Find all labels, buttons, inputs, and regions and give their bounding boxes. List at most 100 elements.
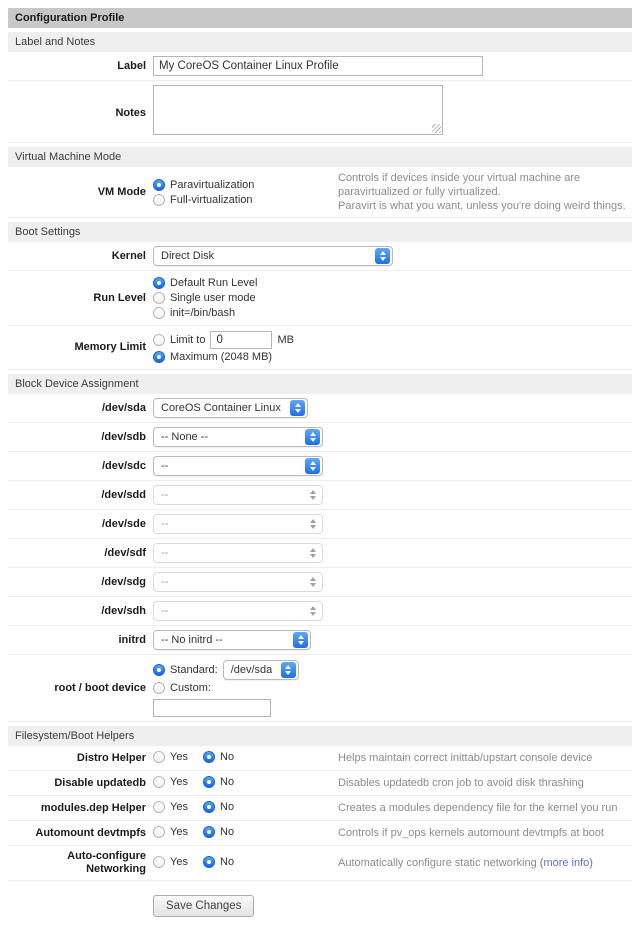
radio-label: Yes — [170, 825, 188, 839]
kernel-select[interactable]: Direct Disk — [153, 246, 393, 266]
save-changes-button[interactable]: Save Changes — [153, 895, 254, 917]
select-value: -- — [161, 489, 168, 501]
notes-field-label: Notes — [8, 104, 146, 120]
dev-sde-row: /dev/sde -- — [8, 510, 632, 539]
label-input[interactable] — [153, 56, 483, 76]
radio-automount-devtmpfs-yes[interactable]: Yes — [153, 825, 188, 839]
radio-modules-dep-yes[interactable]: Yes — [153, 800, 188, 814]
kernel-label: Kernel — [8, 250, 146, 263]
radio-single-user-mode[interactable]: Single user mode — [153, 291, 257, 305]
radio-label: Limit to — [170, 333, 205, 347]
distro-helper-label: Distro Helper — [8, 752, 146, 765]
select-stepper-icon — [290, 400, 305, 416]
kernel-row: Kernel Direct Disk — [8, 242, 632, 271]
radio-default-run-level[interactable]: Default Run Level — [153, 276, 257, 290]
radio-custom-root[interactable]: Custom: — [153, 681, 299, 695]
select-stepper-icon — [305, 545, 320, 561]
radio-label: Full-virtualization — [170, 193, 253, 207]
radio-label: Yes — [170, 750, 188, 764]
select-value: CoreOS Container Linux Disk — [161, 402, 284, 414]
radio-modules-dep-no[interactable]: No — [203, 800, 234, 814]
dev-sdb-row: /dev/sdb -- None -- — [8, 423, 632, 452]
dev-sdf-select: -- — [153, 543, 323, 563]
select-stepper-icon — [305, 458, 320, 474]
auto-configure-networking-row: Auto-configure Networking Yes No Automat… — [8, 846, 632, 881]
radio-label: No — [220, 800, 234, 814]
select-value: -- — [161, 460, 168, 472]
disable-updatedb-label: Disable updatedb — [8, 777, 146, 790]
distro-helper-row: Distro Helper Yes No Helps maintain corr… — [8, 746, 632, 771]
radio-auto-networking-no[interactable]: No — [203, 855, 234, 869]
dev-sda-select[interactable]: CoreOS Container Linux Disk — [153, 398, 308, 418]
dev-sdg-select: -- — [153, 572, 323, 592]
vm-mode-help: Controls if devices inside your virtual … — [338, 171, 632, 213]
radio-label: Yes — [170, 775, 188, 789]
select-stepper-icon — [293, 632, 308, 648]
radio-full-virtualization[interactable]: Full-virtualization — [153, 193, 338, 207]
dev-sda-row: /dev/sda CoreOS Container Linux Disk — [8, 394, 632, 423]
section-header-filesystem-boot-helpers: Filesystem/Boot Helpers — [8, 726, 632, 746]
select-value: -- — [161, 547, 168, 559]
dev-sdd-label: /dev/sdd — [8, 489, 146, 502]
auto-configure-networking-label: Auto-configure Networking — [8, 850, 146, 876]
section-header-label-and-notes: Label and Notes — [8, 32, 632, 52]
radio-off-icon — [153, 751, 165, 763]
dev-sdb-select[interactable]: -- None -- — [153, 427, 323, 447]
radio-distro-helper-no[interactable]: No — [203, 750, 234, 764]
initrd-select[interactable]: -- No initrd -- — [153, 630, 311, 650]
radio-init-bin-bash[interactable]: init=/bin/bash — [153, 306, 257, 320]
more-info-link[interactable]: (more info) — [540, 857, 593, 869]
helper-help: Controls if pv_ops kernels automount dev… — [338, 826, 632, 840]
automount-devtmpfs-label: Automount devtmpfs — [8, 827, 146, 840]
section-header-block-device-assignment: Block Device Assignment — [8, 374, 632, 394]
radio-distro-helper-yes[interactable]: Yes — [153, 750, 188, 764]
radio-label: Paravirtualization — [170, 178, 254, 192]
dev-sdg-row: /dev/sdg -- — [8, 568, 632, 597]
initrd-label: initrd — [8, 634, 146, 647]
help-line: Controls if devices inside your virtual … — [338, 171, 628, 199]
radio-off-icon — [153, 682, 165, 694]
radio-maximum-memory[interactable]: Maximum (2048 MB) — [153, 350, 294, 364]
helper-help: Creates a modules dependency file for th… — [338, 801, 632, 815]
radio-automount-devtmpfs-no[interactable]: No — [203, 825, 234, 839]
radio-auto-networking-yes[interactable]: Yes — [153, 855, 188, 869]
dev-sdd-select: -- — [153, 485, 323, 505]
dev-sde-select: -- — [153, 514, 323, 534]
radio-off-icon — [153, 334, 165, 346]
radio-on-icon — [153, 179, 165, 191]
label-field-label: Label — [8, 60, 146, 73]
notes-textarea[interactable] — [153, 85, 443, 135]
radio-label: No — [220, 825, 234, 839]
radio-paravirtualization[interactable]: Paravirtualization — [153, 178, 338, 192]
helper-help: Helps maintain correct inittab/upstart c… — [338, 751, 632, 765]
resize-grip-icon[interactable] — [432, 124, 441, 133]
select-stepper-icon — [375, 248, 390, 264]
helper-help: Automatically configure static networkin… — [338, 856, 632, 870]
help-line: Paravirt is what you want, unless you're… — [338, 199, 628, 213]
memory-limit-unit: MB — [277, 334, 294, 346]
select-value: -- None -- — [161, 431, 208, 443]
root-device-select[interactable]: /dev/sda — [223, 660, 299, 680]
memory-limit-row: Memory Limit Limit to MB Maximum (2048 M… — [8, 326, 632, 370]
notes-row: Notes — [8, 81, 632, 143]
radio-limit-to[interactable]: Limit to — [153, 333, 205, 347]
dev-sdh-label: /dev/sdh — [8, 605, 146, 618]
custom-root-input[interactable] — [153, 699, 271, 717]
helper-help: Disables updatedb cron job to avoid disk… — [338, 776, 632, 790]
radio-label: Custom: — [170, 681, 211, 695]
label-row: Label — [8, 52, 632, 81]
dev-sdc-row: /dev/sdc -- — [8, 452, 632, 481]
select-stepper-icon — [305, 487, 320, 503]
radio-disable-updatedb-yes[interactable]: Yes — [153, 775, 188, 789]
radio-label: Yes — [170, 855, 188, 869]
radio-disable-updatedb-no[interactable]: No — [203, 775, 234, 789]
dev-sdc-select[interactable]: -- — [153, 456, 323, 476]
dev-sdf-label: /dev/sdf — [8, 547, 146, 560]
select-value: -- — [161, 518, 168, 530]
radio-off-icon — [153, 801, 165, 813]
radio-on-icon — [153, 664, 165, 676]
select-stepper-icon — [305, 516, 320, 532]
radio-standard-root[interactable]: Standard: — [153, 663, 218, 677]
help-text: Automatically configure static networkin… — [338, 857, 537, 869]
memory-limit-input[interactable] — [210, 331, 272, 349]
